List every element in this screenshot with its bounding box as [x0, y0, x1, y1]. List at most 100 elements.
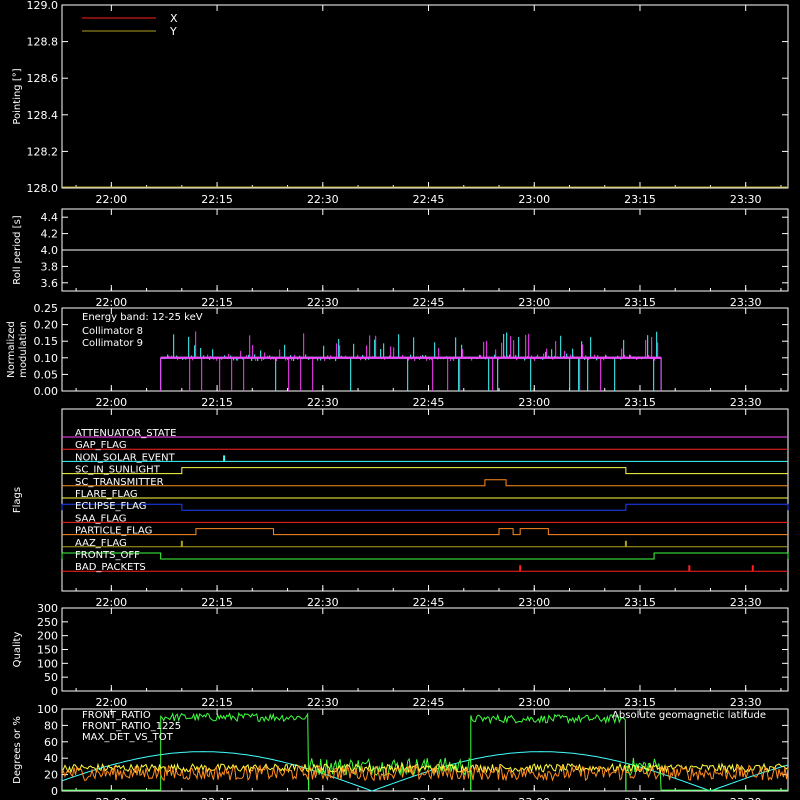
pointing-xtick-label: 23:30: [730, 193, 762, 206]
geomag-ylabel: Degrees or %: [12, 716, 23, 784]
quality-xtick-label: 22:00: [95, 696, 127, 709]
modulation-ytick-label: 0.10: [34, 352, 59, 365]
modulation-ytick-label: 0.00: [34, 385, 59, 398]
quality-frame: [61, 607, 789, 692]
roll-ylabel: Roll period [s]: [12, 215, 23, 284]
geomag-xtick-label: 22:30: [307, 796, 339, 800]
flag-line: [61, 552, 789, 560]
pointing-xtick-label: 22:00: [95, 193, 127, 206]
modulation-xtick-label: 23:00: [518, 396, 550, 409]
flag-label: PARTICLE_FLAG: [75, 526, 152, 537]
quality-ytick-label: 50: [44, 671, 58, 684]
roll-ytick-label: 3.8: [41, 260, 59, 273]
flag-label: SC_IN_SUNLIGHT: [75, 465, 161, 476]
quality-xtick-label: 22:15: [201, 696, 233, 709]
pointing-ytick-label: 128.0: [27, 182, 59, 195]
flag-label: AAZ_FLAG: [75, 538, 127, 549]
quality-xtick-label: 22:30: [307, 696, 339, 709]
roll-xtick-label: 22:45: [413, 296, 445, 309]
flag-label: FLARE_FLAG: [75, 489, 138, 500]
flag-label: GAP_FLAG: [75, 440, 127, 451]
quality-panel: 22:00 22:15 22:30 22:45 23:00 23:15 23:30 05010…: [12, 602, 789, 709]
quality-ylabel: Quality: [12, 632, 23, 668]
legend-label: MAX_DET_VS_TOT: [82, 732, 174, 743]
pointing-xtick-label: 22:45: [413, 193, 445, 206]
flag-line: [62, 467, 788, 475]
roll-xtick-label: 23:30: [730, 296, 762, 309]
pointing-xtick-label: 23:15: [624, 193, 656, 206]
geomag-xtick-label: 23:00: [518, 796, 550, 800]
quality-xtick-label: 22:45: [413, 696, 445, 709]
roll-xtick-label: 22:00: [95, 296, 127, 309]
legend-label: FRONT_RATIO_1225: [82, 721, 181, 732]
flag-label: FRONTS_OFF: [75, 550, 140, 561]
flag-label: SC_TRANSMITTER: [75, 477, 164, 488]
modulation-ylabel: Normalized: [6, 321, 17, 378]
geomag-panel: 22:00 22:15 22:30 22:45 23:00 23:15 23:30 0 20 40…: [12, 703, 789, 800]
pointing-ytick-label: 128.4: [27, 109, 59, 122]
modulation-ytick-label: 0.15: [34, 335, 59, 348]
quality-ytick-label: 200: [37, 630, 58, 643]
flags-xtick-label: 23:30: [730, 596, 762, 609]
pointing-ytick-label: 128.2: [27, 145, 59, 158]
modulation-xtick-label: 22:45: [413, 396, 445, 409]
front-ratio-1225-line: [470, 713, 627, 792]
quality-ytick-label: 100: [37, 657, 58, 670]
flags-xtick-label: 22:30: [307, 596, 339, 609]
legend-label: Collimator 9: [82, 338, 143, 349]
modulation-panel: 22:00 22:15 22:30 22:45 23:00 23:15 23:30 0.00 0…: [6, 302, 789, 409]
quality-ytick-label: 300: [37, 602, 58, 615]
geomag-ytick-label: 20: [44, 769, 58, 782]
flag-line: [62, 479, 788, 487]
roll-ytick-label: 4.4: [41, 211, 59, 224]
front-ratio-1225-line: [625, 757, 662, 792]
quality-xtick-label: 23:30: [730, 696, 762, 709]
flag-label: ECLIPSE_FLAG: [75, 501, 146, 512]
geomag-annotation: Absolute geomagnetic latitude: [612, 710, 766, 721]
flags-ylabel: Flags: [12, 487, 23, 513]
modulation-ytick-label: 0.25: [34, 302, 59, 315]
pointing-ytick-label: 128.6: [27, 72, 59, 85]
quality-ytick-label: 0: [51, 685, 58, 698]
modulation-xtick-label: 22:15: [201, 396, 233, 409]
flag-label: ATTENUATOR_STATE: [75, 428, 176, 439]
roll-xtick-label: 22:15: [201, 296, 233, 309]
geomag-ytick-label: 0: [51, 785, 58, 798]
flags-xtick-label: 23:00: [518, 596, 550, 609]
roll-xtick-label: 22:30: [307, 296, 339, 309]
legend-label: FRONT_RATIO: [82, 710, 151, 721]
flag-line: [62, 528, 788, 536]
flag-label: SAA_FLAG: [75, 513, 126, 524]
geomag-xtick-label: 23:30: [730, 796, 762, 800]
legend-label: X: [170, 12, 178, 25]
modulation-annotation: Energy band: 12-25 keV: [82, 312, 203, 323]
flags-panel: 22:00 22:15 22:30 22:45 23:00 23:15 23:30 Flags…: [12, 408, 789, 609]
pointing-xtick-label: 22:15: [201, 193, 233, 206]
flags-xtick-label: 22:00: [95, 596, 127, 609]
geomag-ytick-label: 80: [44, 719, 58, 732]
modulation-ytick-label: 0.05: [34, 368, 59, 381]
flag-line: [61, 503, 789, 511]
pointing-ytick-label: 129.0: [27, 0, 59, 12]
quality-ytick-label: 150: [37, 644, 58, 657]
geomag-xtick-label: 22:15: [201, 796, 233, 800]
flag-label: BAD_PACKETS: [75, 562, 146, 573]
pointing-xtick-label: 23:00: [518, 193, 550, 206]
roll-xtick-label: 23:00: [518, 296, 550, 309]
geomag-xtick-label: 22:00: [95, 796, 127, 800]
geomag-ytick-label: 60: [44, 736, 58, 749]
modulation-xtick-label: 23:30: [730, 396, 762, 409]
modulation-ytick-label: 0.20: [34, 319, 59, 332]
geomag-ytick-label: 40: [44, 752, 58, 765]
flags-xtick-label: 23:15: [624, 596, 656, 609]
legend-label: Collimator 8: [82, 326, 143, 337]
geomag-xtick-label: 23:15: [624, 796, 656, 800]
pointing-ytick-label: 128.8: [27, 36, 59, 49]
legend-label: Y: [169, 25, 177, 38]
modulation-ylabel: modulation: [18, 321, 29, 378]
quality-xtick-label: 23:15: [624, 696, 656, 709]
modulation-xtick-label: 23:15: [624, 396, 656, 409]
modulation-xtick-label: 22:30: [307, 396, 339, 409]
roll-panel: 22:00 22:15 22:30 22:45 23:00 23:15 23:30 3.6 3.…: [12, 208, 789, 309]
quality-xtick-label: 23:00: [518, 696, 550, 709]
